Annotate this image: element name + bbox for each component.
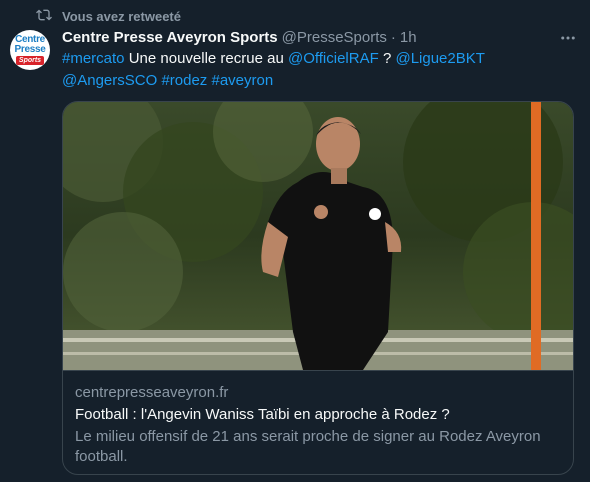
- more-button[interactable]: [558, 28, 578, 48]
- tweet-header: Centre Presse Aveyron Sports @PresseSpor…: [62, 27, 550, 47]
- card-body[interactable]: centrepresseaveyron.fr Football : l'Ange…: [63, 370, 573, 467]
- retweet-icon: [36, 7, 52, 26]
- card-image[interactable]: [63, 102, 573, 370]
- tweet-time[interactable]: 1h: [400, 29, 417, 46]
- avatar[interactable]: Centre Presse Sports: [10, 30, 50, 70]
- mention-officielraf[interactable]: @OfficielRAF: [288, 50, 379, 67]
- tweet-text: #mercato Une nouvelle recrue au @Officie…: [62, 48, 572, 92]
- hashtag-mercato[interactable]: #mercato: [62, 50, 125, 67]
- author-handle[interactable]: @PresseSports: [282, 29, 387, 46]
- avatar-line-3: Sports: [15, 56, 45, 65]
- card-description: Le milieu offensif de 21 ans serait proc…: [75, 428, 541, 465]
- author-name[interactable]: Centre Presse Aveyron Sports: [62, 29, 278, 46]
- card-title[interactable]: Football : l'Angevin Waniss Taïbi en app…: [75, 405, 561, 425]
- avatar-line-2: Presse: [14, 44, 46, 55]
- separator-dot: ·: [390, 28, 396, 46]
- mention-angerssco[interactable]: @AngersSCO: [62, 72, 157, 89]
- card-domain: centrepresseaveyron.fr: [75, 384, 229, 401]
- mention-ligue2bkt[interactable]: @Ligue2BKT: [395, 50, 484, 67]
- hashtag-rodez[interactable]: #rodez: [161, 72, 207, 89]
- tweet-text-part-1: Une nouvelle recrue au: [124, 50, 288, 67]
- hashtag-aveyron[interactable]: #aveyron: [211, 72, 273, 89]
- link-card[interactable]: centrepresseaveyron.fr Football : l'Ange…: [62, 101, 574, 475]
- more-icon: [561, 36, 575, 40]
- retweet-label[interactable]: Vous avez retweeté: [62, 9, 181, 24]
- tweet-text-part-2: ?: [378, 50, 396, 67]
- retweet-context: Vous avez retweeté: [36, 6, 181, 26]
